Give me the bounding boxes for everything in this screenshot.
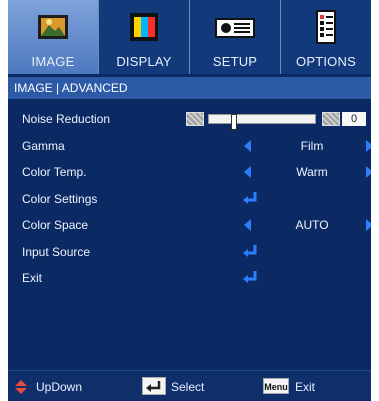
footer-updown-label: UpDown — [36, 380, 83, 394]
left-arrow-icon[interactable] — [244, 166, 251, 178]
tab-options-label: OPTIONS — [296, 54, 356, 69]
right-arrow-icon[interactable] — [366, 219, 371, 231]
left-arrow-icon[interactable] — [244, 140, 251, 152]
noise-reduction-value: 0 — [342, 112, 366, 126]
left-arrow-icon[interactable] — [244, 219, 251, 231]
menu-item-color-space[interactable]: Color Space AUTO — [8, 212, 371, 238]
osd-menu: IMAGE DISPLAY SETUP OPTIONS IMAGE | ADVA… — [8, 0, 371, 401]
menu-item-noise-reduction[interactable]: Noise Reduction 0 — [8, 106, 371, 132]
slider-max-icon — [322, 112, 340, 126]
color-temp-value: Warm — [296, 165, 328, 179]
color-space-label: Color Space — [22, 218, 89, 232]
exit-label: Exit — [22, 271, 43, 285]
menu-item-exit[interactable]: Exit — [8, 265, 371, 291]
footer-bar: UpDown Select Menu Exit — [8, 370, 371, 401]
slider-thumb[interactable] — [231, 114, 237, 130]
setup-icon — [212, 7, 258, 52]
noise-reduction-label: Noise Reduction — [22, 112, 111, 126]
tab-image[interactable]: IMAGE — [8, 0, 99, 74]
tab-bar: IMAGE DISPLAY SETUP OPTIONS — [8, 0, 371, 74]
tab-image-label: IMAGE — [31, 54, 75, 69]
menu-item-input-source[interactable]: Input Source — [8, 239, 371, 265]
tab-options[interactable]: OPTIONS — [281, 0, 371, 74]
gamma-value: Film — [300, 139, 324, 153]
enter-icon[interactable] — [241, 243, 259, 259]
footer-select-label: Select — [171, 380, 205, 394]
gamma-label: Gamma — [22, 139, 65, 153]
right-arrow-icon[interactable] — [366, 140, 371, 152]
enter-icon[interactable] — [241, 269, 259, 285]
image-icon — [33, 7, 73, 52]
tab-display[interactable]: DISPLAY — [99, 0, 190, 74]
footer-exit-label: Exit — [295, 380, 316, 394]
options-icon — [306, 7, 346, 52]
tab-setup-label: SETUP — [212, 54, 258, 69]
enter-icon[interactable] — [241, 190, 259, 206]
color-temp-label: Color Temp. — [22, 165, 87, 179]
noise-reduction-slider[interactable]: 0 — [186, 112, 371, 130]
menu-key-icon: Menu — [263, 378, 289, 394]
right-arrow-icon[interactable] — [366, 166, 371, 178]
color-space-value: AUTO — [295, 218, 329, 232]
color-settings-label: Color Settings — [22, 192, 98, 206]
tab-display-label: DISPLAY — [116, 54, 172, 69]
menu-item-color-temp[interactable]: Color Temp. Warm — [8, 159, 371, 185]
menu-item-gamma[interactable]: Gamma Film — [8, 133, 371, 159]
slider-track[interactable] — [208, 114, 316, 130]
tab-setup[interactable]: SETUP — [190, 0, 281, 74]
slider-min-icon — [186, 112, 204, 126]
menu-item-color-settings[interactable]: Color Settings — [8, 186, 371, 212]
updown-icon — [15, 380, 27, 394]
breadcrumb: IMAGE | ADVANCED — [8, 77, 371, 99]
display-icon — [124, 7, 164, 52]
enter-key-icon — [142, 377, 166, 395]
input-source-label: Input Source — [22, 245, 91, 259]
